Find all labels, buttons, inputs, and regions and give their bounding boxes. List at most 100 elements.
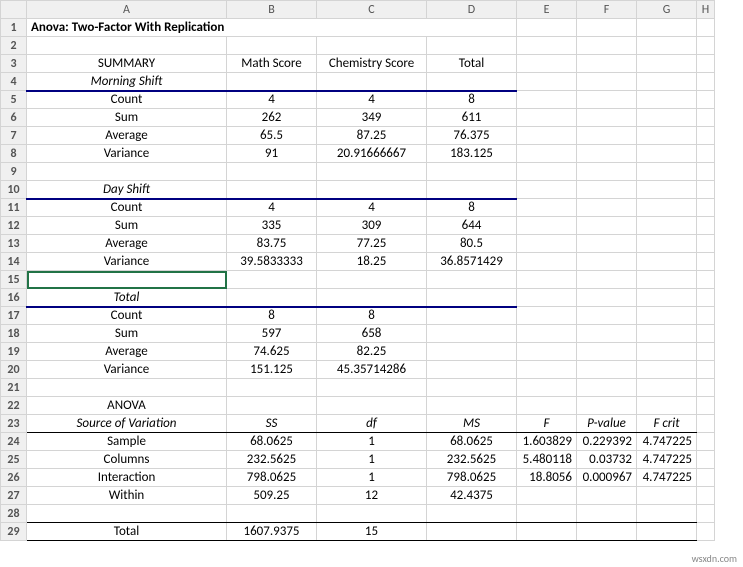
cell[interactable]: 611 bbox=[427, 109, 517, 127]
row-header-12[interactable]: 12 bbox=[1, 217, 27, 235]
cell[interactable]: 12 bbox=[317, 487, 427, 505]
cell[interactable]: 1 bbox=[317, 451, 427, 469]
col-header-A[interactable]: A bbox=[27, 1, 227, 19]
cell[interactable]: 232.5625 bbox=[227, 451, 317, 469]
cell[interactable]: 1.603829 bbox=[517, 433, 577, 451]
row-header-3[interactable]: 3 bbox=[1, 55, 27, 73]
row-header-5[interactable]: 5 bbox=[1, 91, 27, 109]
row-header-6[interactable]: 6 bbox=[1, 109, 27, 127]
anova-hdr-ss[interactable]: SS bbox=[227, 415, 317, 433]
cell[interactable]: 1 bbox=[317, 469, 427, 487]
cell[interactable]: 0.000967 bbox=[577, 469, 637, 487]
cell[interactable]: 65.5 bbox=[227, 127, 317, 145]
cell[interactable]: 309 bbox=[317, 217, 427, 235]
cell[interactable]: 262 bbox=[227, 109, 317, 127]
cell[interactable]: 644 bbox=[427, 217, 517, 235]
row-header-14[interactable]: 14 bbox=[1, 253, 27, 271]
cell[interactable]: 597 bbox=[227, 325, 317, 343]
row-header-25[interactable]: 25 bbox=[1, 451, 27, 469]
header-math[interactable]: Math Score bbox=[227, 55, 317, 73]
cell[interactable]: 77.25 bbox=[317, 235, 427, 253]
anova-hdr-df[interactable]: df bbox=[317, 415, 427, 433]
col-header-E[interactable]: E bbox=[517, 1, 577, 19]
row-header-23[interactable]: 23 bbox=[1, 415, 27, 433]
row-header-19[interactable]: 19 bbox=[1, 343, 27, 361]
row-header-11[interactable]: 11 bbox=[1, 199, 27, 217]
cell[interactable]: 4.747225 bbox=[637, 433, 697, 451]
cell[interactable]: 36.8571429 bbox=[427, 253, 517, 271]
cell[interactable]: 151.125 bbox=[227, 361, 317, 379]
cell[interactable]: 658 bbox=[317, 325, 427, 343]
header-chem[interactable]: Chemistry Score bbox=[317, 55, 427, 73]
cell[interactable]: 4.747225 bbox=[637, 469, 697, 487]
cell[interactable]: 68.0625 bbox=[427, 433, 517, 451]
cell[interactable]: 183.125 bbox=[427, 145, 517, 163]
day-avg-label[interactable]: Average bbox=[27, 235, 227, 253]
row-header-13[interactable]: 13 bbox=[1, 235, 27, 253]
cell[interactable]: 76.375 bbox=[427, 127, 517, 145]
row-header-20[interactable]: 20 bbox=[1, 361, 27, 379]
cell[interactable]: 4 bbox=[227, 91, 317, 109]
col-header-D[interactable]: D bbox=[427, 1, 517, 19]
row-header-7[interactable]: 7 bbox=[1, 127, 27, 145]
row-header-22[interactable]: 22 bbox=[1, 397, 27, 415]
row-header-9[interactable]: 9 bbox=[1, 163, 27, 181]
cell[interactable]: 4 bbox=[227, 199, 317, 217]
row-header-28[interactable]: 28 bbox=[1, 505, 27, 523]
col-header-C[interactable]: C bbox=[317, 1, 427, 19]
anova-total[interactable]: Total bbox=[27, 523, 227, 541]
title-cell[interactable]: Anova: Two-Factor With Replication bbox=[27, 19, 517, 37]
row-header-10[interactable]: 10 bbox=[1, 181, 27, 199]
cell[interactable]: 74.625 bbox=[227, 343, 317, 361]
section-morning[interactable]: Morning Shift bbox=[27, 73, 227, 91]
cell[interactable]: 82.25 bbox=[317, 343, 427, 361]
cell[interactable]: 798.0625 bbox=[227, 469, 317, 487]
cell[interactable]: 4 bbox=[317, 91, 427, 109]
morning-count-label[interactable]: Count bbox=[27, 91, 227, 109]
cell[interactable]: 39.5833333 bbox=[227, 253, 317, 271]
total-sum-label[interactable]: Sum bbox=[27, 325, 227, 343]
cell[interactable]: 349 bbox=[317, 109, 427, 127]
anova-hdr-p[interactable]: P-value bbox=[577, 415, 637, 433]
anova-hdr-src[interactable]: Source of Variation bbox=[27, 415, 227, 433]
cell[interactable]: 4 bbox=[317, 199, 427, 217]
row-header-2[interactable]: 2 bbox=[1, 37, 27, 55]
row-header-21[interactable]: 21 bbox=[1, 379, 27, 397]
anova-hdr-ms[interactable]: MS bbox=[427, 415, 517, 433]
cell[interactable]: 232.5625 bbox=[427, 451, 517, 469]
spreadsheet-grid[interactable]: A B C D E F G H 1 Anova: Two-Factor With… bbox=[0, 0, 715, 541]
cell[interactable]: 91 bbox=[227, 145, 317, 163]
row-header-17[interactable]: 17 bbox=[1, 307, 27, 325]
cell[interactable]: 0.03732 bbox=[577, 451, 637, 469]
cell[interactable]: 1 bbox=[317, 433, 427, 451]
section-total[interactable]: Total bbox=[27, 289, 227, 307]
cell[interactable]: 20.91666667 bbox=[317, 145, 427, 163]
cell[interactable]: 45.35714286 bbox=[317, 361, 427, 379]
anova-hdr-f[interactable]: F bbox=[517, 415, 577, 433]
row-header-8[interactable]: 8 bbox=[1, 145, 27, 163]
cell[interactable]: 18.8056 bbox=[517, 469, 577, 487]
cell[interactable]: 0.229392 bbox=[577, 433, 637, 451]
anova-columns[interactable]: Columns bbox=[27, 451, 227, 469]
col-header-H[interactable]: H bbox=[697, 1, 715, 19]
cell[interactable]: 68.0625 bbox=[227, 433, 317, 451]
cell[interactable]: 4.747225 bbox=[637, 451, 697, 469]
col-header-F[interactable]: F bbox=[577, 1, 637, 19]
day-count-label[interactable]: Count bbox=[27, 199, 227, 217]
row-header-16[interactable]: 16 bbox=[1, 289, 27, 307]
cell[interactable]: 8 bbox=[427, 91, 517, 109]
day-sum-label[interactable]: Sum bbox=[27, 217, 227, 235]
cell[interactable]: 83.75 bbox=[227, 235, 317, 253]
row-header-18[interactable]: 18 bbox=[1, 325, 27, 343]
col-header-G[interactable]: G bbox=[637, 1, 697, 19]
cell[interactable]: 509.25 bbox=[227, 487, 317, 505]
total-count-label[interactable]: Count bbox=[27, 307, 227, 325]
cell[interactable]: 335 bbox=[227, 217, 317, 235]
row-header-15[interactable]: 15 bbox=[1, 271, 27, 289]
total-var-label[interactable]: Variance bbox=[27, 361, 227, 379]
anova-interaction[interactable]: Interaction bbox=[27, 469, 227, 487]
col-header-B[interactable]: B bbox=[227, 1, 317, 19]
cell[interactable]: 8 bbox=[227, 307, 317, 325]
anova-sample[interactable]: Sample bbox=[27, 433, 227, 451]
active-cell[interactable] bbox=[27, 271, 227, 289]
